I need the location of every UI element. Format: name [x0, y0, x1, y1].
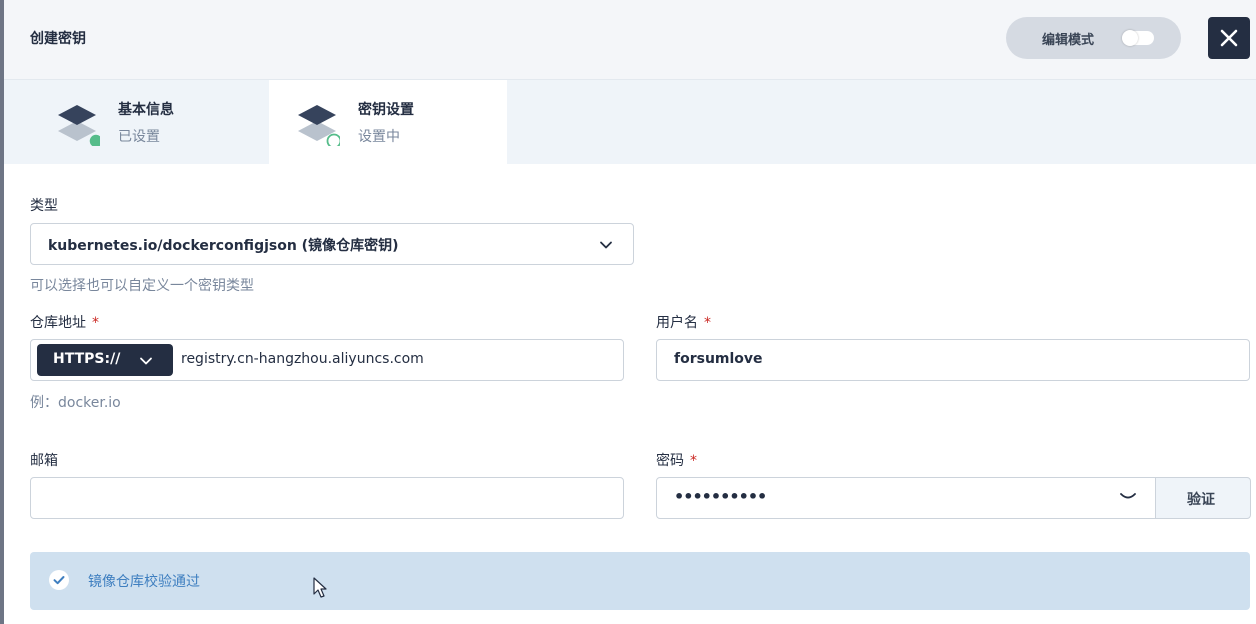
secret-type-select[interactable]: kubernetes.io/dockerconfigjson (镜像仓库密钥) — [30, 223, 634, 265]
step-secret-settings[interactable]: 密钥设置 设置中 — [269, 80, 507, 164]
validation-success-alert: 镜像仓库校验通过 — [30, 552, 1250, 610]
registry-hint: 例：docker.io — [30, 395, 121, 411]
step-basic-info[interactable]: 基本信息 已设置 — [4, 80, 242, 164]
email-label: 邮箱 — [30, 453, 58, 469]
required-mark: * — [690, 453, 697, 469]
username-input[interactable]: forsumlove — [656, 339, 1250, 381]
layers-icon — [58, 105, 100, 146]
password-input[interactable]: •••••••••• — [674, 487, 767, 506]
edit-mode-toggle-button[interactable]: 编辑模式 — [1006, 17, 1181, 59]
username-label-text: 用户名 — [656, 315, 698, 331]
protocol-select[interactable]: HTTPS:// — [37, 344, 173, 376]
step-title: 基本信息 — [118, 102, 174, 118]
edit-mode-label: 编辑模式 — [1042, 33, 1095, 48]
step-status: 已设置 — [118, 129, 160, 145]
type-hint: 可以选择也可以自定义一个密钥类型 — [30, 278, 254, 294]
username-value: forsumlove — [674, 351, 763, 367]
password-label-text: 密码 — [656, 453, 684, 469]
step-status: 设置中 — [358, 129, 400, 145]
alert-message: 镜像仓库校验通过 — [88, 574, 200, 590]
edit-mode-switch[interactable] — [1122, 30, 1154, 46]
required-mark: * — [704, 315, 711, 331]
registry-label: 仓库地址 * — [30, 312, 99, 332]
protocol-value: HTTPS:// — [53, 351, 121, 367]
chevron-down-icon — [600, 241, 612, 249]
close-button[interactable] — [1208, 17, 1250, 59]
mouse-cursor-icon — [313, 577, 327, 598]
registry-address-input[interactable]: registry.cn-hangzhou.aliyuncs.com — [181, 351, 424, 367]
layers-icon — [298, 105, 340, 146]
modal-header: 创建密钥 编辑模式 — [4, 0, 1256, 80]
eye-closed-icon[interactable] — [1119, 492, 1137, 502]
secret-type-value: kubernetes.io/dockerconfigjson (镜像仓库密钥) — [48, 238, 399, 254]
step-tabs: 基本信息 已设置 密钥设置 设置中 — [4, 80, 1256, 164]
password-field: •••••••••• 验证 — [656, 477, 1251, 519]
registry-field: HTTPS:// registry.cn-hangzhou.aliyuncs.c… — [30, 339, 624, 381]
chevron-down-icon — [140, 357, 152, 365]
verify-button[interactable]: 验证 — [1155, 477, 1251, 519]
switch-knob — [1122, 30, 1138, 46]
registry-label-text: 仓库地址 — [30, 315, 86, 331]
type-label: 类型 — [30, 198, 58, 214]
check-circle-icon — [49, 570, 69, 590]
password-label: 密码 * — [656, 450, 697, 470]
email-input[interactable] — [30, 477, 624, 519]
username-label: 用户名 * — [656, 312, 711, 332]
required-mark: * — [92, 315, 99, 331]
verify-label: 验证 — [1187, 492, 1215, 508]
close-icon — [1220, 29, 1238, 47]
modal-title: 创建密钥 — [30, 31, 86, 47]
step-title: 密钥设置 — [358, 102, 414, 118]
